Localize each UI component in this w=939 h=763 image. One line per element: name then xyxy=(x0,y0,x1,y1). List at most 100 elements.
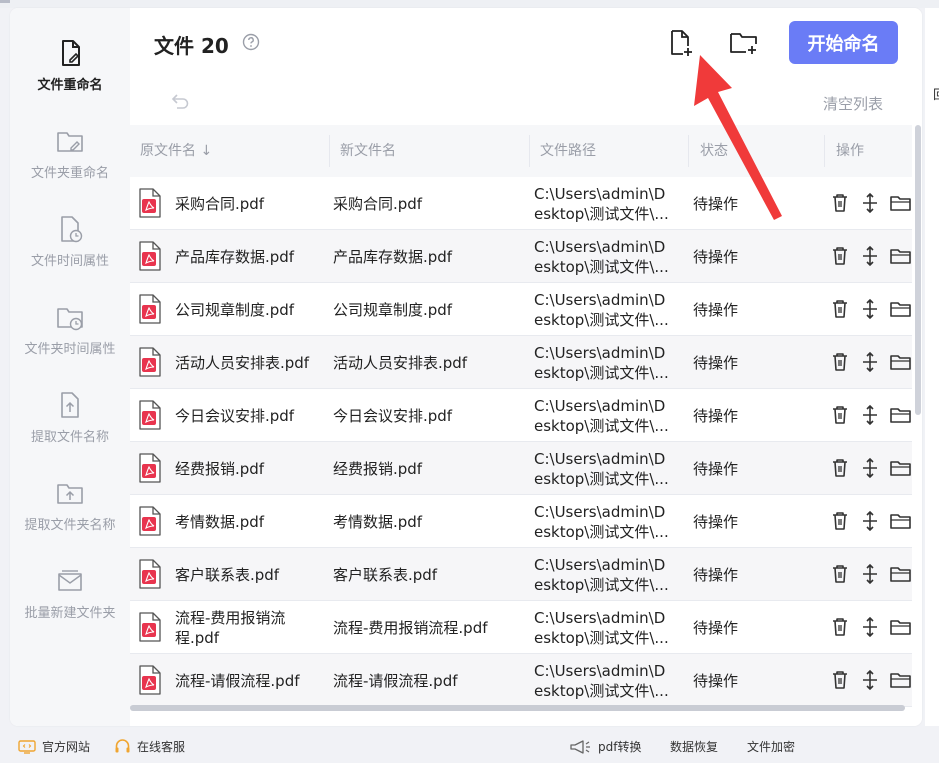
delete-icon[interactable] xyxy=(829,456,851,480)
move-icon[interactable] xyxy=(859,668,881,692)
delete-icon[interactable] xyxy=(829,403,851,427)
start-rename-button[interactable]: 开始命名 xyxy=(789,21,898,64)
new-file-name: 经费报销.pdf xyxy=(333,460,423,478)
sidebar-item-file-time[interactable]: 文件时间属性 xyxy=(10,214,130,294)
adjacent-window-edge: 回 xyxy=(925,8,939,726)
folder-upload-icon xyxy=(57,484,83,504)
column-header-original-name[interactable]: 原文件名 ↓ xyxy=(140,125,212,177)
move-icon[interactable] xyxy=(859,562,881,586)
original-file-name: 流程-费用报销流程.pdf xyxy=(175,608,286,647)
undo-icon[interactable] xyxy=(168,90,190,112)
open-folder-icon[interactable] xyxy=(889,456,913,480)
footer-label: 在线客服 xyxy=(137,740,186,754)
move-icon[interactable] xyxy=(859,350,881,374)
table-row[interactable]: 产品库存数据.pdf 产品库存数据.pdf C:\Users\admin\D esk… xyxy=(130,230,912,283)
sidebar-item-label: 提取文件夹名称 xyxy=(24,518,116,533)
original-file-name: 经费报销.pdf xyxy=(175,459,265,478)
delete-icon[interactable] xyxy=(829,244,851,268)
online-service-link[interactable]: 在线客服 xyxy=(114,738,185,755)
file-path: C:\Users\admin\D esktop\测试文件\... xyxy=(534,397,669,435)
table-header: 原文件名 ↓ 新文件名 文件路径 状态 操作 xyxy=(130,125,912,177)
delete-icon[interactable] xyxy=(829,615,851,639)
delete-icon[interactable] xyxy=(829,350,851,374)
move-icon[interactable] xyxy=(859,403,881,427)
official-website-link[interactable]: 官方网站 xyxy=(18,738,90,755)
sidebar-item-folder-rename[interactable]: 文件夹重命名 xyxy=(10,126,130,206)
monitor-icon xyxy=(18,739,36,754)
megaphone-icon xyxy=(570,739,590,754)
folder-clock-icon xyxy=(57,308,83,331)
table-row[interactable]: 公司规章制度.pdf 公司规章制度.pdf C:\Users\admin\D esk… xyxy=(130,283,912,336)
sidebar-item-extract-folder-name[interactable]: 提取文件夹名称 xyxy=(10,478,130,558)
footer-label: 文件加密 xyxy=(747,740,796,754)
column-header-path: 文件路径 xyxy=(540,143,596,159)
sidebar-item-folder-time[interactable]: 文件夹时间属性 xyxy=(10,302,130,382)
move-icon[interactable] xyxy=(859,509,881,533)
move-icon[interactable] xyxy=(859,615,881,639)
move-icon[interactable] xyxy=(859,456,881,480)
open-folder-icon[interactable] xyxy=(889,562,913,586)
delete-icon[interactable] xyxy=(829,191,851,215)
help-icon[interactable] xyxy=(242,33,260,51)
sidebar-item-extract-file-name[interactable]: 提取文件名称 xyxy=(10,390,130,470)
sidebar-item-label: 提取文件名称 xyxy=(30,430,109,445)
file-path: C:\Users\admin\D esktop\测试文件\... xyxy=(534,609,669,647)
top-strip-mark xyxy=(0,0,10,3)
app-window: 文件重命名 文件夹重命名 文件时间属性 文件夹时间属性 提取文件名称 提取文件夹… xyxy=(10,8,922,726)
original-file-name: 客户联系表.pdf xyxy=(175,565,280,584)
delete-icon[interactable] xyxy=(829,297,851,321)
open-folder-icon[interactable] xyxy=(889,509,913,533)
file-path: C:\Users\admin\D esktop\测试文件\... xyxy=(534,344,669,382)
status-text: 待操作 xyxy=(693,619,739,637)
footer-label: 数据恢复 xyxy=(670,740,719,754)
open-folder-icon[interactable] xyxy=(889,615,913,639)
status-text: 待操作 xyxy=(693,301,739,319)
vertical-scrollbar[interactable] xyxy=(915,125,921,415)
table-row[interactable]: 活动人员安排表.pdf 活动人员安排表.pdf C:\Users\admin\D e… xyxy=(130,336,912,389)
open-folder-icon[interactable] xyxy=(889,668,913,692)
move-icon[interactable] xyxy=(859,191,881,215)
table-row[interactable]: 流程-费用报销流程.pdf 流程-费用报销流程.pdf C:\Users\admin… xyxy=(130,601,912,654)
horizontal-scrollbar[interactable] xyxy=(130,705,905,711)
table-row[interactable]: 考情数据.pdf 考情数据.pdf C:\Users\admin\D esktop\… xyxy=(130,495,912,548)
sidebar-item-batch-new-folder[interactable]: 批量新建文件夹 xyxy=(10,566,130,646)
table-row[interactable]: 今日会议安排.pdf 今日会议安排.pdf C:\Users\admin\D esk… xyxy=(130,389,912,442)
clear-list-button[interactable]: 清空列表 xyxy=(823,93,883,114)
table-row[interactable]: 流程-请假流程.pdf 流程-请假流程.pdf C:\Users\admin\D e… xyxy=(130,654,912,707)
pdf-file-icon xyxy=(139,241,161,271)
delete-icon[interactable] xyxy=(829,562,851,586)
table-row[interactable]: 客户联系表.pdf 客户联系表.pdf C:\Users\admin\D eskto… xyxy=(130,548,912,601)
pdf-file-icon xyxy=(139,506,161,536)
open-folder-icon[interactable] xyxy=(889,403,913,427)
sidebar-item-label: 文件重命名 xyxy=(37,78,103,93)
delete-icon[interactable] xyxy=(829,668,851,692)
move-icon[interactable] xyxy=(859,244,881,268)
sidebar-item-label: 文件夹重命名 xyxy=(30,166,109,181)
headset-icon xyxy=(115,738,130,752)
table-row[interactable]: 经费报销.pdf 经费报销.pdf C:\Users\admin\D esktop\… xyxy=(130,442,912,495)
data-recovery-link[interactable]: 数据恢复 xyxy=(670,738,718,755)
open-folder-icon[interactable] xyxy=(889,297,913,321)
open-folder-icon[interactable] xyxy=(889,191,913,215)
file-path: C:\Users\admin\D esktop\测试文件\... xyxy=(534,450,669,488)
table-body: 采购合同.pdf 采购合同.pdf C:\Users\admin\D esktop\… xyxy=(130,177,912,707)
sidebar-item-file-rename[interactable]: 文件重命名 xyxy=(10,38,130,118)
move-icon[interactable] xyxy=(859,297,881,321)
file-encrypt-link[interactable]: 文件加密 xyxy=(747,738,795,755)
sidebar-item-label: 批量新建文件夹 xyxy=(24,606,116,621)
footer-bar: 官方网站 在线客服 pdf转换 数据恢复 文件加密 xyxy=(0,730,939,763)
file-table: 原文件名 ↓ 新文件名 文件路径 状态 操作 采购合同.pdf 采购合同.pdf C… xyxy=(130,125,912,707)
status-text: 待操作 xyxy=(693,513,739,531)
open-folder-icon[interactable] xyxy=(889,350,913,374)
file-edit-icon xyxy=(62,40,80,66)
column-separator xyxy=(529,135,530,167)
file-path: C:\Users\admin\D esktop\测试文件\... xyxy=(534,503,669,541)
open-folder-icon[interactable] xyxy=(889,244,913,268)
file-path: C:\Users\admin\D esktop\测试文件\... xyxy=(534,185,669,223)
original-file-name: 采购合同.pdf xyxy=(175,194,265,213)
table-row[interactable]: 采购合同.pdf 采购合同.pdf C:\Users\admin\D esktop\… xyxy=(130,177,912,230)
column-separator xyxy=(329,135,330,167)
pdf-convert-link[interactable]: pdf转换 xyxy=(568,738,641,755)
delete-icon[interactable] xyxy=(829,509,851,533)
original-file-name: 流程-请假流程.pdf xyxy=(175,671,300,690)
